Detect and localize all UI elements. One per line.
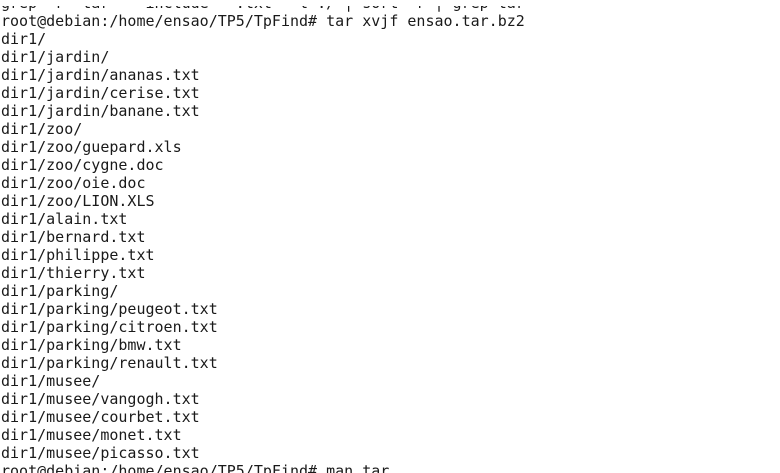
output-line: dir1/zoo/oie.doc xyxy=(1,174,146,192)
output-line: dir1/parking/renault.txt xyxy=(1,354,218,372)
output-line: dir1/jardin/ xyxy=(1,48,110,66)
output-line: dir1/philippe.txt xyxy=(1,246,155,264)
terminal-command-line-2[interactable]: root@debian:/home/ensao/TP5/TpFind# man … xyxy=(0,462,780,473)
output-line: dir1/musee/ xyxy=(1,372,101,390)
output-line: dir1/jardin/ananas.txt xyxy=(1,66,200,84)
output-line: dir1/parking/bmw.txt xyxy=(1,336,182,354)
output-line: dir1/ xyxy=(1,30,47,48)
output-line: dir1/jardin/banane.txt xyxy=(1,102,200,120)
output-line: dir1/musee/picasso.txt xyxy=(1,444,200,462)
shell-prompt: root@debian:/home/ensao/TP5/TpFind# xyxy=(1,12,318,30)
command-text: tar xvjf ensao.tar.bz2 xyxy=(326,12,525,30)
output-line: dir1/alain.txt xyxy=(1,210,128,228)
output-line: dir1/jardin/cerise.txt xyxy=(1,84,200,102)
command-output: dir1/dir1/jardin/dir1/jardin/ananas.txt d… xyxy=(0,30,780,462)
output-line: dir1/parking/peugeot.txt xyxy=(1,300,218,318)
terminal-partial-line: grep -r "tar" --include="*.txt" -l ./ | … xyxy=(1,0,525,12)
command-text: man tar xyxy=(326,462,390,473)
output-line: dir1/zoo/cygne.doc xyxy=(1,156,164,174)
terminal-window[interactable]: grep -r "tar" --include="*.txt" -l ./ | … xyxy=(0,0,780,473)
output-line: dir1/thierry.txt xyxy=(1,264,146,282)
output-line: dir1/parking/ xyxy=(1,282,119,300)
output-line: dir1/zoo/LION.XLS xyxy=(1,192,155,210)
output-line: dir1/musee/monet.txt xyxy=(1,426,182,444)
output-line: dir1/parking/citroen.txt xyxy=(1,318,218,336)
terminal-command-line-1: root@debian:/home/ensao/TP5/TpFind# tar … xyxy=(0,12,780,30)
output-line: dir1/bernard.txt xyxy=(1,228,146,246)
shell-prompt: root@debian:/home/ensao/TP5/TpFind# xyxy=(1,462,318,473)
output-line: dir1/zoo/guepard.xls xyxy=(1,138,182,156)
output-line: dir1/musee/courbet.txt xyxy=(1,408,200,426)
output-line: dir1/zoo/ xyxy=(1,120,83,138)
output-line: dir1/musee/vangogh.txt xyxy=(1,390,200,408)
